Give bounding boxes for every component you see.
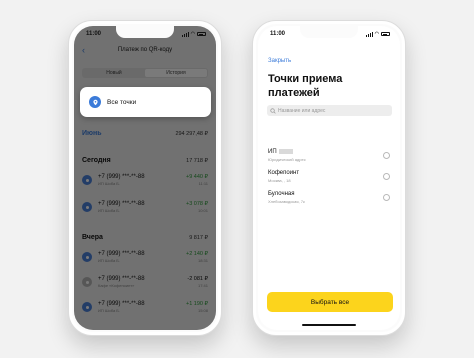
tx-time: 15:08 xyxy=(197,308,208,313)
payment-icon xyxy=(82,252,92,262)
all-points-card[interactable]: Все точки xyxy=(80,87,211,117)
tx-amount: +1 190 ₽ xyxy=(185,301,208,307)
signal-icon xyxy=(365,31,373,37)
home-indicator xyxy=(302,324,356,326)
tab-history[interactable]: История xyxy=(145,69,207,77)
point-item[interactable]: ИП Юридический адрес xyxy=(268,149,392,167)
tx-phone: +7 (999) ***-**-88 xyxy=(98,201,145,207)
status-bar: 11:00 ◠ xyxy=(258,28,400,40)
point-name: Кофепоинт xyxy=(268,170,300,176)
point-address: Юридический адрес xyxy=(268,157,306,163)
point-radio[interactable] xyxy=(383,152,390,159)
point-radio[interactable] xyxy=(383,194,390,201)
tx-time: 10:01 xyxy=(197,208,208,213)
section-yesterday-total: 9 817 ₽ xyxy=(189,234,208,241)
transaction-row[interactable]: +7 (999) ***-**-88 ИП Шоба Б. +1 190 ₽15:… xyxy=(82,298,208,316)
transaction-row[interactable]: +7 (999) ***-**-88 Кафе «Кофепоинт» -2 08… xyxy=(82,273,208,291)
point-address: Хлебозаводская, 7к xyxy=(268,199,305,204)
wifi-icon: ◠ xyxy=(374,31,379,37)
search-field[interactable] xyxy=(267,105,392,116)
month-label: Июнь xyxy=(82,130,102,137)
battery-icon xyxy=(197,32,206,36)
payment-icon xyxy=(82,302,92,312)
screen-payment-history: 11:00 ◠ ‹ Платеж по QR-коду Новый Истори… xyxy=(74,26,216,330)
tx-time: 18:31 xyxy=(197,258,208,263)
tx-amount: -2 081 ₽ xyxy=(187,276,208,282)
point-address: Москва, , 18 xyxy=(268,178,291,183)
tx-merchant: ИП Шоба Б. xyxy=(98,181,121,186)
payment-icon xyxy=(82,175,92,185)
tx-time: 11:11 xyxy=(198,181,208,186)
select-all-button[interactable]: Выбрать все xyxy=(267,292,393,312)
transaction-row[interactable]: +7 (999) ***-**-88 ИП Шоба Б. +3 078 ₽10:… xyxy=(82,198,208,216)
point-item[interactable]: Булочная Хлебозаводская, 7к xyxy=(268,191,392,209)
tx-amount: +3 078 ₽ xyxy=(185,201,208,207)
section-yesterday-label: Вчера xyxy=(82,234,103,241)
phone-payment-points: 11:00 ◠ Закрыть Точки приема платежей ИП… xyxy=(252,20,406,336)
page-title-line: платежей xyxy=(268,87,320,99)
search-input[interactable] xyxy=(278,107,388,114)
point-name: Булочная xyxy=(268,191,295,197)
section-today-total: 17 718 ₽ xyxy=(186,157,208,164)
tx-phone: +7 (999) ***-**-88 xyxy=(98,251,145,257)
section-yesterday: Вчера 9 817 ₽ xyxy=(82,234,208,241)
segmented-tabs: Новый История xyxy=(82,68,208,78)
tx-phone: +7 (999) ***-**-88 xyxy=(98,301,145,307)
nav-bar: ‹ Платеж по QR-коду xyxy=(74,44,216,58)
status-bar: 11:00 ◠ xyxy=(74,28,216,40)
point-name: ИП xyxy=(268,149,277,156)
all-points-label: Все точки xyxy=(107,98,137,106)
status-time: 11:00 xyxy=(86,31,102,37)
tx-merchant: ИП Шоба Б. xyxy=(98,208,121,213)
close-button[interactable]: Закрыть xyxy=(268,58,291,64)
refund-icon xyxy=(82,277,92,287)
phone-payment-history: 11:00 ◠ ‹ Платеж по QR-коду Новый Истори… xyxy=(68,20,222,336)
tx-merchant: ИП Шоба Б. xyxy=(98,258,121,263)
point-radio[interactable] xyxy=(383,173,390,180)
tx-amount: +2 140 ₽ xyxy=(185,251,208,257)
section-today-label: Сегодня xyxy=(82,157,111,164)
transaction-row[interactable]: +7 (999) ***-**-88 ИП Шоба Б. +9 440 ₽11:… xyxy=(82,171,208,189)
back-button[interactable]: ‹ xyxy=(82,44,85,56)
tx-amount: +9 440 ₽ xyxy=(185,174,208,180)
page-title: Точки приема платежей xyxy=(268,72,342,100)
redacted-text xyxy=(278,149,293,154)
tx-phone: +7 (999) ***-**-88 xyxy=(98,174,145,180)
month-total: 294 297,48 ₽ xyxy=(175,130,208,137)
point-item[interactable]: Кофепоинт Москва, , 18 xyxy=(268,170,392,188)
tx-merchant: Кафе «Кофепоинт» xyxy=(98,283,135,288)
battery-icon xyxy=(381,32,390,36)
page-title-line: Точки приема xyxy=(268,73,343,85)
tx-merchant: ИП Шоба Б. xyxy=(98,308,121,313)
payment-icon xyxy=(82,202,92,212)
screen-payment-points: 11:00 ◠ Закрыть Точки приема платежей ИП… xyxy=(258,26,400,330)
signal-icon xyxy=(181,31,189,37)
status-time: 11:00 xyxy=(270,31,286,37)
location-pin-icon xyxy=(89,96,101,108)
tx-time: 17:41 xyxy=(197,283,208,288)
month-row[interactable]: Июнь 294 297,48 ₽ xyxy=(82,130,208,137)
search-icon xyxy=(270,107,276,114)
nav-title: Платеж по QR-коду xyxy=(117,47,173,53)
section-today: Сегодня 17 718 ₽ xyxy=(82,157,208,164)
tx-phone: +7 (999) ***-**-88 xyxy=(98,276,145,282)
transaction-row[interactable]: +7 (999) ***-**-88 ИП Шоба Б. +2 140 ₽18:… xyxy=(82,248,208,266)
wifi-icon: ◠ xyxy=(190,31,195,37)
tab-new[interactable]: Новый xyxy=(83,69,145,77)
